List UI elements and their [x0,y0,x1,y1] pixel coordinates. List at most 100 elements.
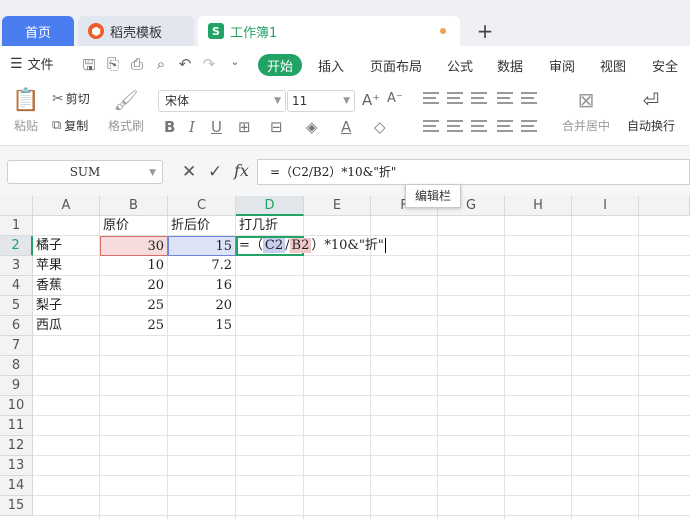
row-header-1[interactable]: 1 [0,216,33,236]
column-header-e[interactable]: E [304,196,371,216]
cell-b1[interactable]: 原价 [100,216,168,236]
border-icon[interactable]: ⊞ [238,118,251,136]
italic-icon[interactable]: I [189,118,195,136]
cell-d1[interactable]: 打几折 [236,216,304,236]
row-header-9[interactable]: 9 [0,376,33,396]
cancel-icon[interactable]: ✕ [182,162,196,182]
undo-icon[interactable]: ↶ [176,55,194,73]
merge-center-button[interactable]: ⊠ 合并居中 [554,88,618,134]
cell-c4[interactable]: 16 [168,276,236,296]
row-header-13[interactable]: 13 [0,456,33,476]
quick-access-more-icon[interactable]: ⌄ [226,55,244,68]
select-all-corner[interactable] [0,196,33,216]
row-header-8[interactable]: 8 [0,356,33,376]
cut-button[interactable]: ✂ 剪切 [52,90,90,107]
format-painter-button[interactable]: 🖌 格式刷 [106,88,146,134]
cell-a6[interactable]: 西瓜 [33,316,100,336]
print-icon[interactable]: ⎙ [128,55,146,73]
cell-c1[interactable]: 折后价 [168,216,236,236]
new-tab-button[interactable]: + [474,18,496,44]
column-header-c[interactable]: C [168,196,236,216]
menu-page-layout[interactable]: 页面布局 [370,56,422,75]
text-cursor [384,238,386,253]
font-size-select[interactable]: 11 ▼ [287,90,355,112]
menu-review[interactable]: 审阅 [549,56,575,75]
insert-function-icon[interactable]: fx [234,161,249,180]
cell-d2-editing[interactable]: =（ C2/B2 ）*10&"折" [236,236,386,256]
menu-view[interactable]: 视图 [600,56,626,75]
distribute-icon[interactable] [521,120,537,132]
cell-a4[interactable]: 香蕉 [33,276,100,296]
row-header-6[interactable]: 6 [0,316,33,336]
cell-c6[interactable]: 15 [168,316,236,336]
cell-b4[interactable]: 20 [100,276,168,296]
row-header-15[interactable]: 15 [0,496,33,516]
menu-security[interactable]: 安全 [652,56,678,75]
cell-a2[interactable]: 橘子 [33,236,100,256]
hamburger-icon: ☰ [10,55,23,72]
chevron-down-icon: ▼ [274,96,281,106]
cell-c2[interactable]: 15 [168,236,236,256]
cell-a3[interactable]: 苹果 [33,256,100,276]
align-center-icon[interactable] [447,120,463,132]
redo-icon[interactable]: ↷ [200,55,218,73]
underline-icon[interactable]: U [211,118,222,136]
menu-formula[interactable]: 公式 [447,56,473,75]
column-header-b[interactable]: B [100,196,168,216]
cell-b2[interactable]: 30 [100,236,168,256]
confirm-icon[interactable]: ✓ [208,162,222,182]
file-menu[interactable]: ☰ 文件 [10,54,54,74]
menu-data[interactable]: 数据 [497,56,523,75]
cell-c3[interactable]: 7.2 [168,256,236,276]
row-header-7[interactable]: 7 [0,336,33,356]
row-header-3[interactable]: 3 [0,256,33,276]
indent-increase-icon[interactable] [521,92,537,104]
tab-workbook[interactable]: S 工作簿1 [198,16,460,46]
justify-icon[interactable] [497,120,513,132]
tab-template[interactable]: ⬢ 稻壳模板 [78,16,194,46]
column-header-d[interactable]: D [236,196,304,216]
column-header-a[interactable]: A [33,196,100,216]
cell-a5[interactable]: 梨子 [33,296,100,316]
menu-insert[interactable]: 插入 [318,56,344,75]
column-header-i[interactable]: I [572,196,639,216]
wrap-text-button[interactable]: ⏎ 自动换行 [622,88,680,134]
formula-input[interactable]: =（C2/B2）*10&"折" [257,159,690,185]
cell-style-icon[interactable]: ⊟ [270,118,283,136]
row-header-5[interactable]: 5 [0,296,33,316]
row-header-4[interactable]: 4 [0,276,33,296]
print-preview-icon[interactable]: ⌕ [152,55,170,73]
gridline-vertical [437,216,438,519]
font-family-select[interactable]: 宋体 ▼ [158,90,286,112]
save-icon[interactable]: 🖫 [80,55,98,80]
row-header-14[interactable]: 14 [0,476,33,496]
column-header-h[interactable]: H [505,196,572,216]
fill-color-icon[interactable]: ◈ [306,118,318,136]
align-middle-icon[interactable] [447,92,463,104]
align-bottom-icon[interactable] [471,92,487,104]
cell-b3[interactable]: 10 [100,256,168,276]
indent-decrease-icon[interactable] [497,92,513,104]
export-icon[interactable]: ⎘ [104,55,122,73]
font-color-icon[interactable]: A [341,118,351,136]
align-right-icon[interactable] [471,120,487,132]
align-top-icon[interactable] [423,92,439,104]
paste-button[interactable]: 📋 粘贴 [8,88,44,134]
bold-icon[interactable]: B [164,118,175,136]
column-header-extra[interactable] [639,196,690,216]
increase-font-icon[interactable]: A⁺ [362,91,380,109]
name-box[interactable]: SUM ▼ [7,160,163,184]
decrease-font-icon[interactable]: A⁻ [387,91,403,106]
clear-format-icon[interactable]: ◇ [374,118,386,136]
cell-b6[interactable]: 25 [100,316,168,336]
copy-button[interactable]: ⧉ 复制 [52,117,88,134]
cell-c5[interactable]: 20 [168,296,236,316]
row-header-11[interactable]: 11 [0,416,33,436]
tab-home[interactable]: 首页 [2,16,74,46]
menu-start[interactable]: 开始 [258,54,302,76]
row-header-12[interactable]: 12 [0,436,33,456]
row-header-2[interactable]: 2 [0,236,33,256]
cell-b5[interactable]: 25 [100,296,168,316]
align-left-icon[interactable] [423,120,439,132]
row-header-10[interactable]: 10 [0,396,33,416]
